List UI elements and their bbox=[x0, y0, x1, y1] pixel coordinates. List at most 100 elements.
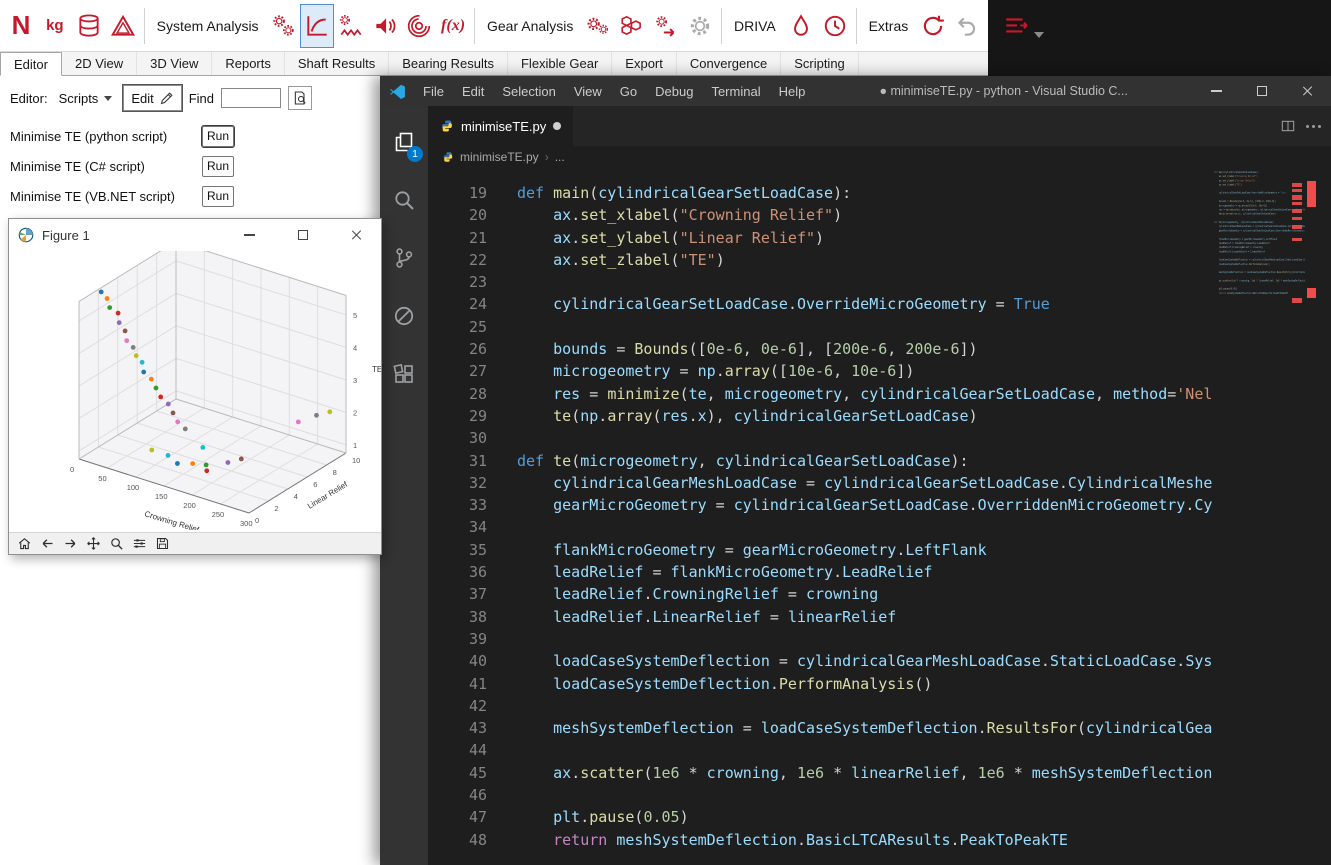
debug-icon[interactable] bbox=[380, 292, 428, 340]
menu-edit[interactable]: Edit bbox=[453, 76, 493, 106]
minimize-button[interactable] bbox=[235, 224, 263, 246]
svg-text:0: 0 bbox=[255, 516, 259, 525]
tab-scripting[interactable]: Scripting bbox=[781, 52, 859, 75]
toolbar-separator bbox=[721, 7, 722, 44]
run-button[interactable]: Run bbox=[202, 155, 234, 177]
function-icon[interactable]: f(x) bbox=[436, 4, 470, 48]
error-mark bbox=[1307, 181, 1316, 207]
breadcrumb-more[interactable]: ... bbox=[555, 150, 565, 164]
close-button[interactable] bbox=[343, 224, 371, 246]
menu-go[interactable]: Go bbox=[611, 76, 646, 106]
tab-flexible-gear[interactable]: Flexible Gear bbox=[508, 52, 613, 75]
database-icon[interactable] bbox=[72, 4, 106, 48]
gear-spring-icon[interactable] bbox=[334, 4, 368, 48]
maximize-button[interactable] bbox=[289, 224, 317, 246]
gear-export-icon[interactable] bbox=[649, 4, 683, 48]
zoom-icon[interactable] bbox=[109, 536, 124, 551]
units-kg-icon[interactable]: kg bbox=[38, 4, 72, 48]
breadcrumb[interactable]: minimiseTE.py › ... bbox=[428, 146, 1331, 168]
mesh-grid-icon[interactable] bbox=[615, 4, 649, 48]
more-actions-icon[interactable] bbox=[1312, 124, 1315, 128]
driva-drop-icon[interactable] bbox=[784, 4, 818, 48]
split-editor-icon[interactable] bbox=[1280, 118, 1296, 134]
tab-shaft-results[interactable]: Shaft Results bbox=[285, 52, 390, 75]
save-icon[interactable] bbox=[155, 536, 170, 551]
minimap[interactable]: def main(cylindricalGearSetLoadCase): ax… bbox=[1212, 168, 1305, 865]
breadcrumb-file[interactable]: minimiseTE.py bbox=[460, 150, 539, 164]
scripts-dropdown[interactable]: Scripts bbox=[55, 88, 117, 109]
pan-icon[interactable] bbox=[86, 536, 101, 551]
triangle-analysis-icon[interactable] bbox=[106, 4, 140, 48]
code-content[interactable]: def main(cylindricalGearSetLoadCase): ax… bbox=[517, 182, 1212, 851]
code-line: res = minimize(te, microgeometry, cylind… bbox=[553, 384, 1212, 403]
vscode-titlebar[interactable]: File Edit Selection View Go Debug Terminal Help… bbox=[380, 76, 1331, 106]
script-list-icon[interactable] bbox=[998, 8, 1034, 44]
tab-minimiseTE-py[interactable]: minimiseTE.py bbox=[428, 106, 574, 146]
window-title: ● minimiseTE.py - python - Visual Studio… bbox=[879, 84, 1128, 98]
refresh-icon[interactable] bbox=[916, 4, 950, 48]
svg-text:100: 100 bbox=[127, 483, 140, 492]
script-name: Minimise TE (python script) bbox=[10, 128, 168, 144]
script-list: Minimise TE (python script) Run Minimise T… bbox=[0, 121, 380, 211]
breadcrumb-separator: › bbox=[544, 150, 549, 164]
source-control-icon[interactable] bbox=[380, 234, 428, 282]
maximize-button[interactable] bbox=[1239, 76, 1285, 106]
find-input[interactable] bbox=[221, 88, 282, 108]
svg-text:10: 10 bbox=[352, 456, 360, 465]
te-3d-scatter-plot: 050100150200250300 024681012345Crowning R… bbox=[70, 240, 382, 535]
home-icon[interactable] bbox=[17, 536, 32, 551]
code-line: meshSystemDeflection = loadCaseSystemDef… bbox=[553, 719, 1212, 738]
tab-3d-view[interactable]: 3D View bbox=[137, 52, 213, 75]
minimize-button[interactable] bbox=[1193, 76, 1239, 106]
gear-set-icon[interactable] bbox=[581, 4, 615, 48]
code-line: cylindricalGearMeshLoadCase = cylindrica… bbox=[553, 473, 1212, 492]
find-next-button[interactable] bbox=[288, 86, 313, 110]
code-line: cylindricalGearSetLoadCase.OverrideMicro… bbox=[553, 295, 1050, 314]
tab-editor[interactable]: Editor bbox=[0, 52, 62, 76]
gear-pair-icon[interactable] bbox=[267, 4, 301, 48]
menu-help[interactable]: Help bbox=[770, 76, 815, 106]
menu-file[interactable]: File bbox=[414, 76, 453, 106]
tab-bearing-results[interactable]: Bearing Results bbox=[389, 52, 508, 75]
extensions-icon[interactable] bbox=[380, 350, 428, 398]
line-number: 29 bbox=[468, 406, 487, 425]
chevron-down-icon[interactable] bbox=[1034, 32, 1044, 38]
whine-waterfall-icon[interactable] bbox=[402, 4, 436, 48]
close-button[interactable] bbox=[1285, 76, 1331, 106]
figure-title: Figure 1 bbox=[42, 227, 90, 243]
subplots-icon[interactable] bbox=[132, 536, 147, 551]
masta-logo[interactable]: N bbox=[4, 4, 38, 48]
forward-icon[interactable] bbox=[63, 536, 78, 551]
undo-icon[interactable] bbox=[950, 4, 984, 48]
gear-chart-icon[interactable] bbox=[300, 3, 335, 48]
tab-convergence[interactable]: Convergence bbox=[677, 52, 782, 75]
script-row: Minimise TE (python script) Run bbox=[0, 121, 380, 151]
code-line: flankMicroGeometry = gearMicroGeometry.L… bbox=[553, 540, 987, 559]
tab-2d-view[interactable]: 2D View bbox=[62, 52, 138, 75]
code-line: bounds = Bounds([0e-6, 0e-6], [200e-6, 2… bbox=[553, 340, 978, 359]
menu-terminal[interactable]: Terminal bbox=[702, 76, 769, 106]
acoustics-icon[interactable] bbox=[368, 4, 402, 48]
menu-view[interactable]: View bbox=[565, 76, 611, 106]
back-icon[interactable] bbox=[40, 536, 55, 551]
minimap-error-mark bbox=[1292, 298, 1302, 303]
tab-reports[interactable]: Reports bbox=[212, 52, 285, 75]
scrollbar-overview-ruler[interactable] bbox=[1305, 168, 1331, 865]
run-button[interactable]: Run bbox=[201, 124, 235, 148]
tab-export[interactable]: Export bbox=[612, 52, 677, 75]
run-button[interactable]: Run bbox=[202, 185, 234, 207]
menu-debug[interactable]: Debug bbox=[646, 76, 702, 106]
menu-selection[interactable]: Selection bbox=[493, 76, 564, 106]
search-icon[interactable] bbox=[380, 176, 428, 224]
svg-text:50: 50 bbox=[98, 474, 106, 483]
gear-disabled-icon[interactable] bbox=[683, 4, 717, 48]
time-series-icon[interactable] bbox=[818, 4, 852, 48]
figure-titlebar[interactable]: Figure 1 bbox=[9, 219, 381, 251]
explorer-icon[interactable]: 1 bbox=[380, 118, 428, 166]
figure-window: Figure 1 0 50 100 150 200 250 300 0 2 4 6 8 10 1 2 3 4 5 C… bbox=[8, 218, 382, 555]
minimap-error-mark bbox=[1292, 238, 1302, 241]
code-editor[interactable]: 19 20 21 22 23 24 25 26 27 28 29 30 31 32 33 34 35 36 37 38… bbox=[428, 168, 1331, 865]
edit-button[interactable]: Edit bbox=[122, 84, 183, 112]
